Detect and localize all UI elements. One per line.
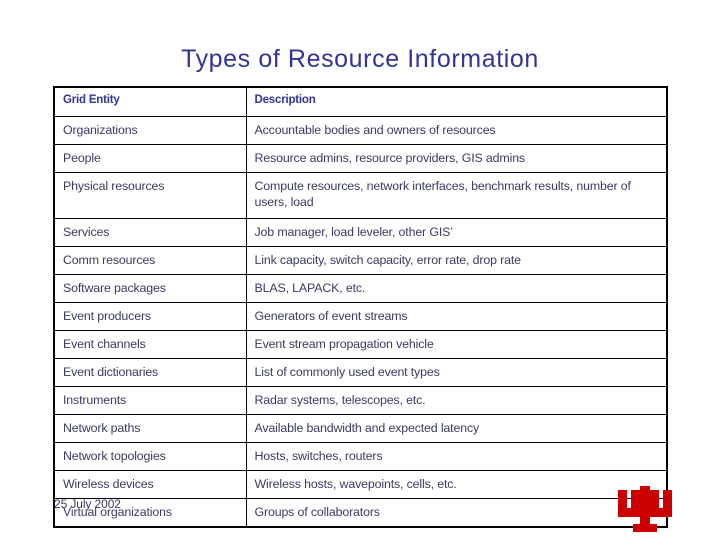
cell-grid-entity: Event dictionaries <box>53 358 247 387</box>
cell-description: Accountable bodies and owners of resourc… <box>245 116 668 145</box>
resource-information-table: Grid Entity Description Organizations Acc… <box>53 86 668 528</box>
cell-description: Wireless hosts, wavepoints, cells, etc. <box>245 470 668 499</box>
cell-grid-entity: Network paths <box>53 414 247 443</box>
cell-description: List of commonly used event types <box>245 358 668 387</box>
table-body: Organizations Accountable bodies and owne… <box>53 116 668 528</box>
cell-grid-entity: Comm resources <box>53 246 247 275</box>
cell-description: Hosts, switches, routers <box>245 442 668 471</box>
table-row: Network paths Available bandwidth and exp… <box>53 414 668 443</box>
presentation-slide: Types of Resource Information Grid Entit… <box>0 0 720 540</box>
cell-grid-entity: Organizations <box>53 116 247 145</box>
cell-description: Generators of event streams <box>245 302 668 331</box>
cell-description: Radar systems, telescopes, etc. <box>245 386 668 415</box>
table-row: People Resource admins, resource provider… <box>53 144 668 173</box>
cell-grid-entity: Event channels <box>53 330 247 359</box>
cell-grid-entity: People <box>53 144 247 173</box>
column-header-grid-entity: Grid Entity <box>53 86 247 117</box>
cell-grid-entity: Software packages <box>53 274 247 303</box>
cell-grid-entity: Network topologies <box>53 442 247 471</box>
table-row: Event dictionaries List of commonly used … <box>53 358 668 387</box>
cell-description: Compute resources, network interfaces, b… <box>245 172 668 219</box>
cell-description: Link capacity, switch capacity, error ra… <box>245 246 668 275</box>
table-row: Comm resources Link capacity, switch capa… <box>53 246 668 275</box>
cell-description: BLAS, LAPACK, etc. <box>245 274 668 303</box>
cell-description: Job manager, load leveler, other GIS’ <box>245 218 668 247</box>
cell-grid-entity: Event producers <box>53 302 247 331</box>
table-row: Software packages BLAS, LAPACK, etc. <box>53 274 668 303</box>
table-row: Event channels Event stream propagation v… <box>53 330 668 359</box>
cell-grid-entity: Wireless devices <box>53 470 247 499</box>
table-row: Services Job manager, load leveler, other… <box>53 218 668 247</box>
table-row: Network topologies Hosts, switches, route… <box>53 442 668 471</box>
table-row: Event producers Generators of event strea… <box>53 302 668 331</box>
cell-description: Groups of collaborators <box>245 498 668 528</box>
cell-grid-entity: Instruments <box>53 386 247 415</box>
cell-grid-entity: Physical resources <box>53 172 247 219</box>
table-row: Organizations Accountable bodies and owne… <box>53 116 668 145</box>
cell-description: Resource admins, resource providers, GIS… <box>245 144 668 173</box>
footer-date: 25 July 2002 <box>54 497 121 511</box>
table-header-row: Grid Entity Description <box>53 86 668 117</box>
page-title: Types of Resource Information <box>181 45 539 73</box>
table-row: Virtual organizations Groups of collabora… <box>53 498 668 528</box>
cell-description: Event stream propagation vehicle <box>245 330 668 359</box>
table-row: Wireless devices Wireless hosts, wavepoin… <box>53 470 668 499</box>
cell-grid-entity: Services <box>53 218 247 247</box>
cell-description: Available bandwidth and expected latency <box>245 414 668 443</box>
column-header-description: Description <box>245 86 668 117</box>
trident-icon <box>618 486 672 532</box>
indiana-university-trident-logo <box>616 486 674 534</box>
table-row: Instruments Radar systems, telescopes, et… <box>53 386 668 415</box>
table-row: Physical resources Compute resources, net… <box>53 172 668 219</box>
